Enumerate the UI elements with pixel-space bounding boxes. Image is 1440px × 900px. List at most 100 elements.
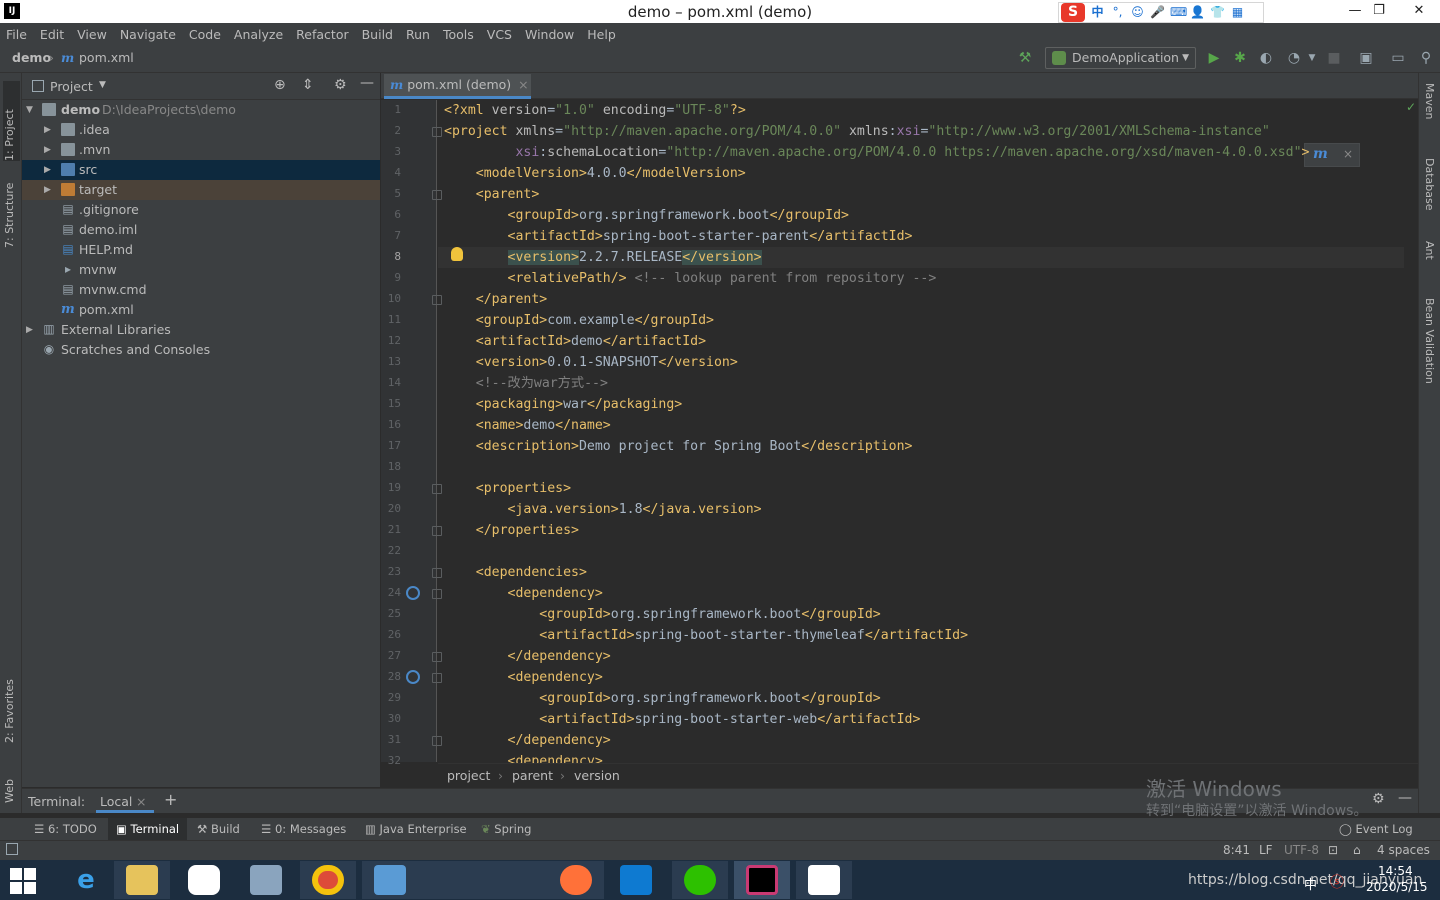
intellij-taskbar-icon[interactable] xyxy=(734,861,790,899)
todo-tab[interactable]: ☰ 6: TODO xyxy=(34,818,97,840)
code-line[interactable]: xsi:schemaLocation="http://maven.apache.… xyxy=(444,142,1309,163)
collapse-all-icon[interactable]: ⇕ xyxy=(302,77,314,93)
code-line[interactable]: <artifactId>spring-boot-starter-parent</… xyxy=(444,226,913,247)
ime-voice-icon[interactable]: 🎤 xyxy=(1150,5,1165,20)
chevron-right-icon[interactable]: ▶ xyxy=(26,320,33,340)
code-line[interactable]: <packaging>war</packaging> xyxy=(444,394,682,415)
maven-reload-popup[interactable]: m × xyxy=(1304,143,1360,167)
wechat-taskbar-icon[interactable] xyxy=(672,861,728,899)
presentation-icon[interactable]: ▭ xyxy=(1390,50,1406,66)
maven-reload-icon[interactable]: m xyxy=(1313,146,1328,162)
profile-icon[interactable]: ◔ xyxy=(1286,50,1302,66)
profile-dropdown-icon[interactable]: ▼ xyxy=(1304,50,1320,66)
tree-item-mvn[interactable]: ▶ .mvn xyxy=(22,140,380,160)
ime-language-button[interactable]: 中 xyxy=(1090,5,1105,20)
gear-icon[interactable]: ⚙ xyxy=(334,77,347,93)
tree-item-help-md[interactable]: ▤ HELP.md xyxy=(22,240,380,260)
code-line[interactable]: </parent> xyxy=(444,289,547,310)
inspection-ok-icon[interactable]: ✓ xyxy=(1406,100,1416,114)
tray-lang-indicator[interactable]: 中 xyxy=(1304,874,1317,893)
code-line[interactable]: <properties> xyxy=(444,478,571,499)
ime-toolbar[interactable]: S 中 °, ☺ 🎤 ⌨ 👤 👕 ▦ xyxy=(1058,2,1264,23)
coverage-icon[interactable]: ◐ xyxy=(1258,50,1274,66)
project-structure-icon[interactable]: ▣ xyxy=(1358,50,1374,66)
close-icon[interactable]: × xyxy=(1343,147,1353,161)
close-icon[interactable]: × xyxy=(136,794,146,809)
run-icon[interactable]: ▶ xyxy=(1206,50,1222,66)
close-tab-icon[interactable]: × xyxy=(518,77,528,92)
code-line[interactable]: <?xml version="1.0" encoding="UTF-8"?> xyxy=(444,100,746,121)
code-line[interactable]: <!--改为war方式--> xyxy=(444,373,608,394)
menu-code[interactable]: Code xyxy=(189,27,221,42)
tree-item-mvnw-cmd[interactable]: ▤ mvnw.cmd xyxy=(22,280,380,300)
chevron-right-icon[interactable]: ▶ xyxy=(44,160,51,180)
menu-window[interactable]: Window xyxy=(525,27,574,42)
tree-item-idea[interactable]: ▶ .idea xyxy=(22,120,380,140)
build-tab[interactable]: ⚒ Build xyxy=(197,818,240,840)
close-window-button[interactable]: ✕ xyxy=(1402,0,1436,23)
chevron-down-icon[interactable]: ▼ xyxy=(26,100,33,120)
breadcrumb-project[interactable]: project xyxy=(447,768,490,783)
code-line[interactable]: <name>demo</name> xyxy=(444,415,611,436)
code-line[interactable]: <description>Demo project for Spring Boo… xyxy=(444,436,913,457)
ant-tool-tab[interactable]: Ant xyxy=(1423,241,1436,260)
fold-marker-icon[interactable] xyxy=(432,484,442,494)
menu-tools[interactable]: Tools xyxy=(443,27,474,42)
dependency-gutter-icon[interactable] xyxy=(406,586,420,600)
event-log-tab[interactable]: ◯ Event Log xyxy=(1339,818,1413,840)
menu-view[interactable]: View xyxy=(77,27,107,42)
ime-keyboard-icon[interactable]: ⌨ xyxy=(1170,5,1187,20)
tree-item-gitignore[interactable]: ▤ .gitignore xyxy=(22,200,380,220)
code-line[interactable]: <artifactId>spring-boot-starter-thymelea… xyxy=(444,625,968,646)
editor-taskbar-icon[interactable] xyxy=(362,861,548,899)
hide-panel-icon[interactable]: — xyxy=(360,75,374,91)
caret-position[interactable]: 8:41 xyxy=(1223,843,1250,857)
menu-build[interactable]: Build xyxy=(362,27,393,42)
code-line[interactable]: <modelVersion>4.0.0</modelVersion> xyxy=(444,163,746,184)
fold-marker-icon[interactable] xyxy=(432,127,442,137)
spring-tab[interactable]: ❦ Spring xyxy=(481,818,531,840)
explorer-taskbar-icon[interactable] xyxy=(114,861,170,899)
fold-marker-icon[interactable] xyxy=(432,736,442,746)
code-line[interactable]: <project xmlns="http://maven.apache.org/… xyxy=(444,121,1270,142)
menu-run[interactable]: Run xyxy=(406,27,430,42)
dependency-gutter-icon[interactable] xyxy=(406,670,420,684)
build-hammer-icon[interactable]: ⚒ xyxy=(1017,50,1033,66)
tree-item-src[interactable]: ▶ src xyxy=(22,160,380,180)
code-line[interactable]: </dependency> xyxy=(444,730,611,751)
project-view-label[interactable]: Project xyxy=(50,79,93,94)
code-line[interactable]: <parent> xyxy=(444,184,540,205)
chevron-down-icon[interactable]: ▼ xyxy=(99,80,106,90)
menu-help[interactable]: Help xyxy=(587,27,616,42)
run-config-select[interactable]: DemoApplication ▼ xyxy=(1045,47,1196,69)
nav-file-crumb[interactable]: pom.xml xyxy=(79,50,134,65)
menu-file[interactable]: File xyxy=(6,27,27,42)
menu-navigate[interactable]: Navigate xyxy=(120,27,176,42)
tree-item-pom-xml[interactable]: m pom.xml xyxy=(22,300,380,320)
tray-ime-icon[interactable]: ⓢ xyxy=(1330,872,1344,892)
maven-tool-tab[interactable]: Maven xyxy=(1423,83,1436,119)
tree-item-external-libraries[interactable]: ▶ ▥ External Libraries xyxy=(22,320,380,340)
breadcrumb-parent[interactable]: parent xyxy=(512,768,553,783)
ime-punct-button[interactable]: °, xyxy=(1110,5,1125,20)
code-line[interactable]: <groupId>org.springframework.boot</group… xyxy=(444,688,880,709)
tree-item-demo-iml[interactable]: ▤ demo.iml xyxy=(22,220,380,240)
chevron-right-icon[interactable]: ▶ xyxy=(44,120,51,140)
menu-vcs[interactable]: VCS xyxy=(487,27,512,42)
fold-marker-icon[interactable] xyxy=(432,526,442,536)
code-line[interactable]: <dependency> xyxy=(444,667,603,688)
code-line[interactable]: <version>2.2.7.RELEASE</version> xyxy=(444,247,762,268)
breadcrumb-version[interactable]: version xyxy=(574,768,620,783)
fold-marker-icon[interactable] xyxy=(432,652,442,662)
code-line[interactable]: <groupId>com.example</groupId> xyxy=(444,310,714,331)
fold-marker-icon[interactable] xyxy=(432,568,442,578)
fold-marker-icon[interactable] xyxy=(432,295,442,305)
line-separator[interactable]: LF xyxy=(1259,843,1273,857)
windows-start-icon[interactable] xyxy=(10,868,38,894)
ime-toolbox-icon[interactable]: ▦ xyxy=(1230,5,1245,20)
code-line[interactable]: <dependencies> xyxy=(444,562,587,583)
code-line[interactable]: <artifactId>spring-boot-starter-web</art… xyxy=(444,709,920,730)
search-everywhere-icon[interactable]: ⚲ xyxy=(1418,50,1434,66)
chevron-right-icon[interactable]: ▶ xyxy=(44,180,51,200)
restore-button[interactable]: ❐ xyxy=(1362,0,1396,23)
